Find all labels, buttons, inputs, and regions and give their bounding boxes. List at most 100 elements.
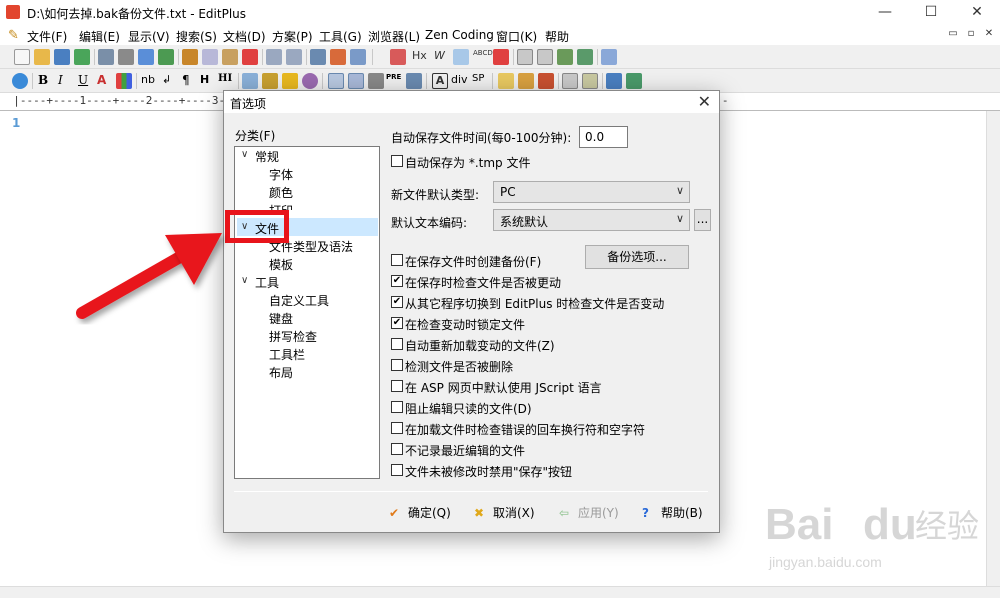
window-1-icon[interactable] (517, 49, 533, 65)
replace-icon[interactable] (330, 49, 346, 65)
menu-help[interactable]: 帮助 (545, 28, 569, 45)
horizontal-scrollbar[interactable] (0, 586, 1000, 598)
dialog-close-icon[interactable]: ✕ (698, 92, 711, 111)
menu-document[interactable]: 文档(D) (223, 28, 266, 45)
tree-item-toolbar[interactable]: 工具栏 (269, 346, 305, 363)
menu-browser[interactable]: 浏览器(L) (368, 28, 420, 45)
window-4-icon[interactable] (577, 49, 593, 65)
save-icon[interactable] (54, 49, 70, 65)
window-3-icon[interactable] (557, 49, 573, 65)
ok-button[interactable]: ✔ 确定(Q) (389, 504, 451, 521)
new-file-type-select[interactable]: PC ∨ (493, 181, 690, 203)
mdi-minimize-button[interactable]: ▭ (946, 27, 960, 41)
tree-item-font[interactable]: 字体 (269, 166, 293, 183)
menu-project[interactable]: 方案(P) (272, 28, 313, 45)
line-break-icon[interactable]: ↲ (162, 73, 178, 89)
disable-save-button-checkbox[interactable] (391, 464, 403, 476)
save-all-icon[interactable] (74, 49, 90, 65)
tree-item-templates[interactable]: 模板 (269, 256, 293, 273)
cut-icon[interactable] (182, 49, 198, 65)
heading-icon[interactable]: H (200, 73, 216, 89)
image-icon[interactable] (242, 73, 258, 89)
help-pointer-icon[interactable] (601, 49, 617, 65)
bold-icon[interactable]: B (38, 73, 54, 89)
pre-icon[interactable]: PRE (386, 73, 402, 89)
preview-icon[interactable] (606, 73, 622, 89)
tree-item-keyboard[interactable]: 键盘 (269, 310, 293, 327)
asp-jscript-checkbox[interactable] (391, 380, 403, 392)
align-icon[interactable] (368, 73, 384, 89)
spell-check-red-icon[interactable] (493, 49, 509, 65)
line-number-icon[interactable] (453, 49, 469, 65)
paragraph-icon[interactable]: ¶ (182, 73, 198, 89)
tree-item-layout[interactable]: 布局 (269, 364, 293, 381)
menu-zen-coding[interactable]: Zen Coding (425, 28, 494, 42)
mdi-restore-button[interactable]: ▫ (964, 27, 978, 41)
spellcheck-icon[interactable] (138, 49, 154, 65)
column-select-icon[interactable]: ABCD (473, 49, 493, 65)
hex-view-icon[interactable]: Hx (412, 49, 428, 65)
autosave-tmp-checkbox[interactable] (391, 155, 403, 167)
print-icon[interactable] (118, 49, 134, 65)
anchor-icon[interactable] (262, 73, 278, 89)
delete-icon[interactable] (242, 49, 258, 65)
script-icon[interactable] (518, 73, 534, 89)
frameset-icon[interactable] (582, 73, 598, 89)
backup-options-button[interactable]: 备份选项... (585, 245, 689, 269)
cancel-button[interactable]: ✖ 取消(X) (474, 504, 535, 521)
word-wrap-icon[interactable]: W (434, 49, 450, 65)
no-recent-files-checkbox[interactable] (391, 443, 403, 455)
tree-item-colors[interactable]: 颜色 (269, 184, 293, 201)
font-size-icon[interactable] (390, 49, 406, 65)
window-2-icon[interactable] (537, 49, 553, 65)
paste-icon[interactable] (222, 49, 238, 65)
list-icon[interactable] (406, 73, 422, 89)
chevron-down-icon[interactable]: ∨ (241, 275, 248, 286)
span-icon[interactable]: SP (472, 73, 488, 89)
menu-edit[interactable]: 编辑(E) (79, 28, 120, 45)
underline-icon[interactable]: U (78, 73, 94, 89)
pencil-edit-icon[interactable] (282, 73, 298, 89)
menu-window[interactable]: 窗口(K) (496, 28, 537, 45)
style-icon[interactable] (498, 73, 514, 89)
autosave-interval-input[interactable]: 0.0 (579, 126, 628, 148)
help-button[interactable]: ? 帮助(B) (642, 504, 703, 521)
div-icon[interactable]: div (451, 73, 468, 89)
validate-icon[interactable] (626, 73, 642, 89)
color-palette-icon[interactable] (116, 73, 132, 89)
menu-search[interactable]: 搜索(S) (176, 28, 217, 45)
menu-view[interactable]: 显示(V) (128, 28, 170, 45)
apply-button[interactable]: ⇦ 应用(Y) (559, 504, 619, 521)
font-color-icon[interactable]: A (97, 73, 113, 89)
print-preview-icon[interactable] (98, 49, 114, 65)
tree-item-general[interactable]: 常规 (255, 148, 279, 165)
check-changes-on-switch-checkbox[interactable]: ✔ (391, 296, 403, 308)
chevron-down-icon[interactable]: ∨ (241, 149, 248, 160)
mdi-close-button[interactable]: ✕ (982, 27, 996, 41)
copy-icon[interactable] (202, 49, 218, 65)
auto-reload-checkbox[interactable] (391, 338, 403, 350)
find-in-files-icon[interactable] (350, 49, 366, 65)
create-backup-checkbox[interactable] (391, 254, 403, 266)
prevent-readonly-edit-checkbox[interactable] (391, 401, 403, 413)
encoding-select[interactable]: 系统默认 ∨ (493, 209, 690, 231)
form-icon[interactable] (348, 73, 364, 89)
minimize-button[interactable]: — (862, 0, 908, 25)
find-icon[interactable] (310, 49, 326, 65)
lock-file-checkbox[interactable]: ✔ (391, 317, 403, 329)
maximize-button[interactable]: ☐ (908, 0, 954, 25)
redo-icon[interactable] (286, 49, 302, 65)
tree-item-spell-check[interactable]: 拼写检查 (269, 328, 317, 345)
check-icon[interactable] (158, 49, 174, 65)
menu-file[interactable]: 文件(F) (27, 28, 67, 45)
nbsp-icon[interactable]: nb (141, 73, 157, 89)
encoding-more-button[interactable]: ... (694, 209, 711, 231)
table-icon[interactable] (328, 73, 344, 89)
tree-item-print[interactable]: 打印 (269, 202, 293, 210)
tree-item-tools[interactable]: 工具 (255, 274, 279, 291)
tools-icon[interactable] (538, 73, 554, 89)
browser-globe-icon[interactable] (12, 73, 28, 89)
copyright-icon[interactable] (302, 73, 318, 89)
italic-icon[interactable]: I (58, 73, 74, 89)
menu-tools[interactable]: 工具(G) (319, 28, 362, 45)
